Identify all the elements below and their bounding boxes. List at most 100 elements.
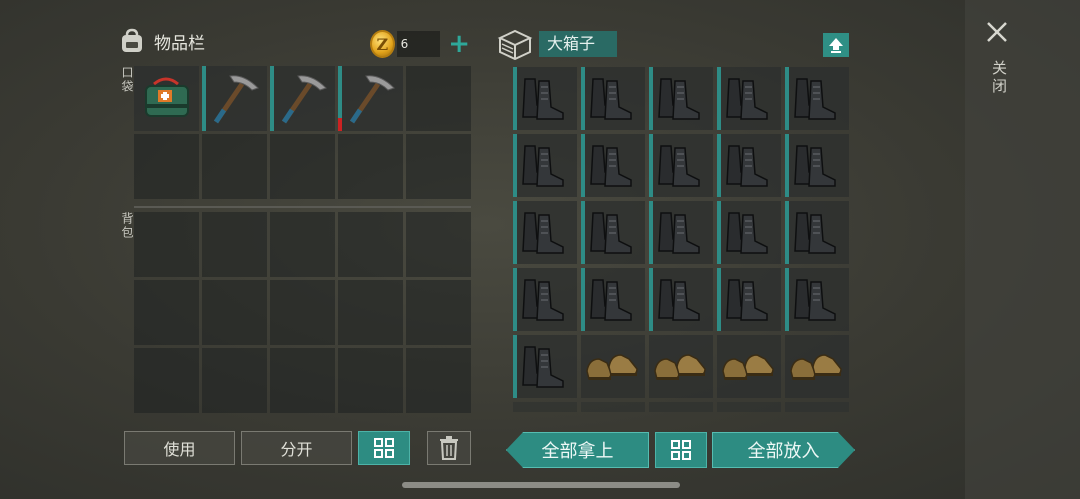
put-all-button[interactable]: 全部放入 (712, 432, 855, 468)
boots-black-icon (513, 268, 577, 335)
chest-slot[interactable] (513, 134, 577, 197)
chest-slot[interactable] (581, 201, 645, 264)
boots-black-icon (649, 201, 713, 268)
close-icon[interactable] (985, 20, 1009, 44)
chest-slot[interactable] (513, 67, 577, 130)
chest-slot[interactable] (513, 201, 577, 264)
coin-balance: Z 6 + (370, 30, 470, 58)
chest-slot[interactable] (785, 402, 849, 412)
durability-bar (513, 335, 517, 398)
backpack-slot-empty[interactable] (406, 348, 471, 413)
chest-slot[interactable] (785, 134, 849, 197)
backpack-slot-empty[interactable] (202, 348, 267, 413)
backpack-slot-empty[interactable] (202, 212, 267, 277)
add-coins-button[interactable]: + (448, 31, 470, 57)
pocket-grid (134, 66, 471, 199)
boots-black-icon (649, 268, 713, 335)
chest-slot[interactable] (717, 402, 781, 412)
backpack-slot-empty[interactable] (338, 212, 403, 277)
chest-slot[interactable] (581, 402, 645, 412)
backpack-slot-empty[interactable] (270, 280, 335, 345)
pocket-slot-empty[interactable] (338, 134, 403, 199)
chest-scroll-area[interactable] (513, 67, 849, 412)
chest-slot[interactable] (649, 268, 713, 331)
trash-icon (440, 436, 458, 460)
home-indicator[interactable] (402, 482, 680, 488)
durability-bar (717, 67, 721, 130)
pocket-slot-empty[interactable] (406, 134, 471, 199)
sort-button[interactable] (358, 431, 410, 465)
pocket-slot-empty[interactable] (202, 134, 267, 199)
pocket-slot-empty[interactable] (270, 134, 335, 199)
backpack-slot-empty[interactable] (406, 280, 471, 345)
chest-slot[interactable] (513, 268, 577, 331)
coin-count: 6 (396, 31, 441, 57)
side-panel (965, 0, 1080, 499)
chest-slot[interactable] (785, 268, 849, 331)
pocket-slot-empty[interactable] (406, 66, 471, 131)
durability-bar (649, 201, 653, 264)
durability-bar (649, 134, 653, 197)
chest-slot[interactable] (649, 402, 713, 412)
chest-slot[interactable] (581, 67, 645, 130)
chest-slot[interactable] (717, 67, 781, 130)
chest-icon (497, 29, 533, 60)
chest-name-field[interactable]: 大箱子 (539, 31, 617, 57)
split-button[interactable]: 分开 (241, 431, 352, 465)
backpack-slot-empty[interactable] (134, 348, 199, 413)
delete-button[interactable] (427, 431, 471, 465)
pocket-slot-pickaxe-2[interactable] (270, 66, 335, 131)
durability-bar (513, 268, 517, 331)
backpack-slot-empty[interactable] (270, 212, 335, 277)
backpack-slot-empty[interactable] (134, 212, 199, 277)
pocket-slot-pickaxe-1[interactable] (202, 66, 267, 131)
chest-slot[interactable] (785, 201, 849, 264)
chest-slot[interactable] (785, 67, 849, 130)
backpack-slot-empty[interactable] (338, 280, 403, 345)
chest-slot[interactable] (717, 201, 781, 264)
chest-slot[interactable] (649, 335, 713, 398)
backpack-slot-empty[interactable] (134, 280, 199, 345)
chest-slot[interactable] (717, 335, 781, 398)
boots-black-icon (785, 67, 849, 134)
backpack-slot-empty[interactable] (270, 348, 335, 413)
durability-bar (513, 134, 517, 197)
chest-sort-button[interactable] (655, 432, 707, 468)
arrow-up-icon (829, 38, 843, 53)
chest-slot[interactable] (581, 335, 645, 398)
backpack-slot-empty[interactable] (406, 212, 471, 277)
chest-slot[interactable] (785, 335, 849, 398)
upload-button[interactable] (823, 33, 849, 57)
pocket-slot-pickaxe-3[interactable] (338, 66, 403, 131)
take-all-button[interactable]: 全部拿上 (506, 432, 649, 468)
shoes-brown-icon (581, 335, 645, 402)
chest-slot[interactable] (581, 268, 645, 331)
chest-slot[interactable] (717, 134, 781, 197)
pocket-slot-empty[interactable] (134, 134, 199, 199)
boots-black-icon (581, 67, 645, 134)
chest-slot[interactable] (513, 402, 577, 412)
durability-bar (785, 201, 789, 264)
use-button[interactable]: 使用 (124, 431, 235, 465)
close-label[interactable]: 关闭 (989, 60, 1010, 96)
chest-slot[interactable] (513, 335, 577, 398)
chest-slot[interactable] (649, 134, 713, 197)
chest-slot[interactable] (717, 268, 781, 331)
backpack-slot-empty[interactable] (202, 280, 267, 345)
durability-bar (785, 134, 789, 197)
boots-black-icon (581, 201, 645, 268)
inventory-header: 物品栏 (118, 28, 205, 54)
boots-black-icon (513, 67, 577, 134)
chest-slot[interactable] (649, 201, 713, 264)
inventory-title: 物品栏 (154, 33, 205, 54)
boots-black-icon (513, 134, 577, 201)
chest-slot[interactable] (649, 67, 713, 130)
pocket-slot-medkit[interactable] (134, 66, 199, 131)
shoes-brown-icon (785, 335, 849, 402)
durability-bar (581, 134, 585, 197)
durability-bar (649, 268, 653, 331)
durability-bar (513, 67, 517, 130)
durability-bar (581, 67, 585, 130)
backpack-slot-empty[interactable] (338, 348, 403, 413)
chest-slot[interactable] (581, 134, 645, 197)
